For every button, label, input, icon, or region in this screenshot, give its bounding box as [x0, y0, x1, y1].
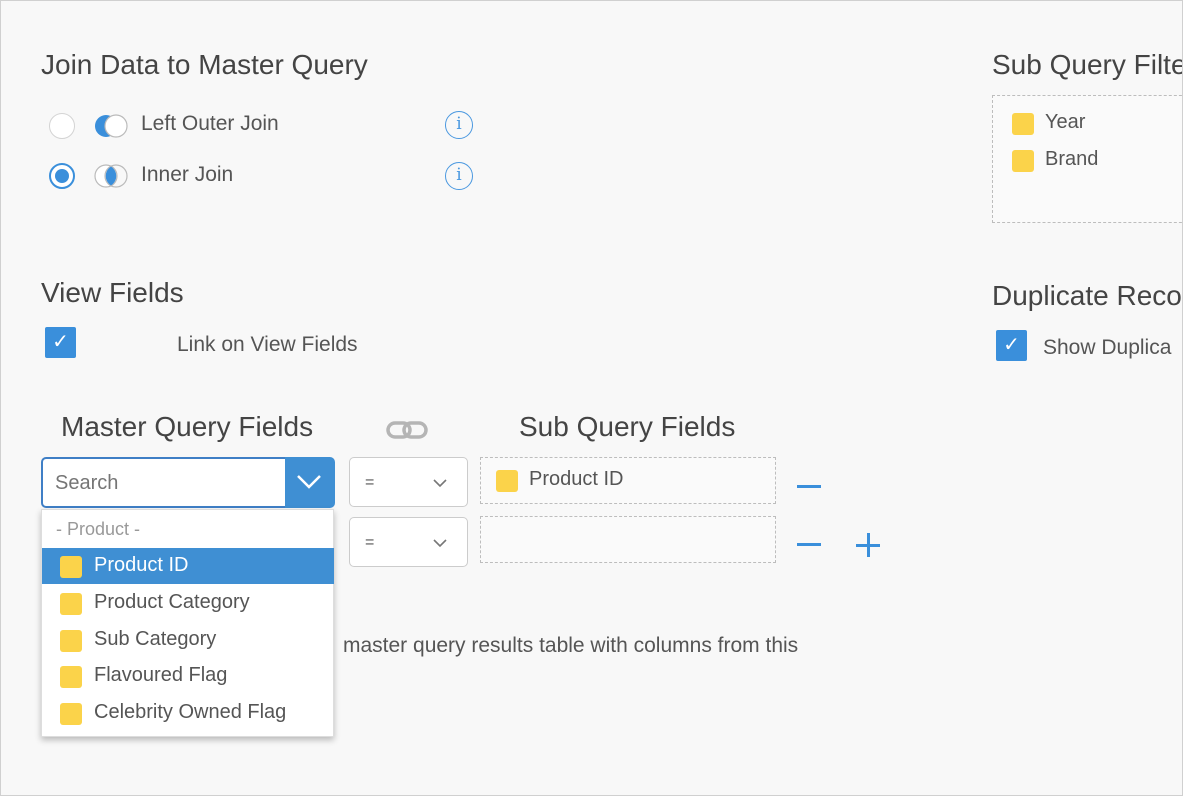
option-label: Sub Category [94, 628, 217, 650]
master-field-dropdown: - Product - Product ID Product Category … [41, 509, 334, 737]
dropdown-option[interactable]: Product Category [42, 585, 334, 621]
operator-value: = [365, 534, 375, 551]
add-row-button[interactable] [853, 532, 883, 562]
info-icon[interactable]: i [445, 111, 473, 139]
inner-join-icon [93, 163, 129, 189]
inner-join-radio[interactable] [49, 163, 75, 189]
sub-query-filter-dropzone[interactable]: Year Brand [992, 95, 1182, 223]
left-outer-join-radio[interactable] [49, 113, 75, 139]
field-icon [1012, 113, 1034, 135]
dropdown-option[interactable]: Celebrity Owned Flag [42, 695, 334, 731]
field-icon [60, 666, 82, 688]
sub-query-field-label: Product ID [529, 468, 624, 490]
dropdown-option[interactable]: Sub Category [42, 622, 334, 658]
link-chain-icon[interactable] [385, 419, 429, 441]
left-outer-join-icon [93, 113, 129, 139]
field-icon [60, 556, 82, 578]
field-icon [60, 630, 82, 652]
option-label: Flavoured Flag [94, 664, 228, 686]
chevron-down-icon [433, 479, 447, 488]
remove-row-button[interactable] [793, 477, 823, 497]
option-label: Product Category [94, 591, 250, 613]
operator-select[interactable]: = [349, 517, 468, 567]
field-icon [1012, 150, 1034, 172]
chevron-down-icon [433, 539, 447, 548]
master-query-fields-title: Master Query Fields [61, 411, 314, 442]
show-duplicates-checkbox[interactable]: ✓ [996, 330, 1027, 361]
dropdown-toggle-button[interactable] [285, 457, 335, 508]
sub-query-field-dropzone[interactable] [480, 516, 776, 563]
remove-row-button[interactable] [793, 535, 823, 555]
join-section-title: Join Data to Master Query [41, 49, 368, 80]
dropdown-option[interactable]: Product ID [42, 548, 334, 584]
dropdown-group-label: - Product - [56, 519, 141, 539]
plus-icon [856, 532, 880, 559]
operator-select[interactable]: = [349, 457, 468, 507]
sub-query-field-dropzone[interactable]: Product ID [480, 457, 776, 504]
filter-item-brand[interactable]: Brand [1045, 148, 1098, 171]
view-fields-title: View Fields [41, 277, 184, 308]
append-description-text: master query results table with columns … [343, 634, 799, 657]
option-label: Product ID [94, 554, 189, 576]
chevron-down-icon [297, 475, 321, 489]
sub-query-fields-title: Sub Query Fields [519, 411, 736, 442]
filter-item-year[interactable]: Year [1045, 111, 1085, 134]
field-icon [496, 470, 518, 492]
left-outer-join-label: Left Outer Join [141, 112, 279, 135]
sub-query-filter-title: Sub Query Filte [992, 49, 1183, 80]
link-view-fields-checkbox[interactable]: ✓ [45, 327, 76, 358]
link-view-fields-label: Link on View Fields [177, 333, 358, 356]
info-icon[interactable]: i [445, 162, 473, 190]
duplicate-records-title: Duplicate Reco [992, 280, 1182, 311]
minus-icon [797, 543, 821, 546]
search-input[interactable] [53, 470, 277, 496]
option-label: Celebrity Owned Flag [94, 701, 287, 723]
master-field-search[interactable] [41, 457, 335, 508]
info-glyph: i [456, 114, 462, 134]
dropdown-option[interactable]: Flavoured Flag [42, 658, 334, 694]
info-glyph: i [456, 165, 462, 185]
report-join-panel: Join Data to Master Query Left Outer Joi… [0, 0, 1183, 796]
field-icon [60, 703, 82, 725]
field-icon [60, 593, 82, 615]
minus-icon [797, 485, 821, 488]
inner-join-label: Inner Join [141, 163, 234, 186]
operator-value: = [365, 474, 375, 491]
show-duplicates-label: Show Duplica [1043, 336, 1172, 359]
